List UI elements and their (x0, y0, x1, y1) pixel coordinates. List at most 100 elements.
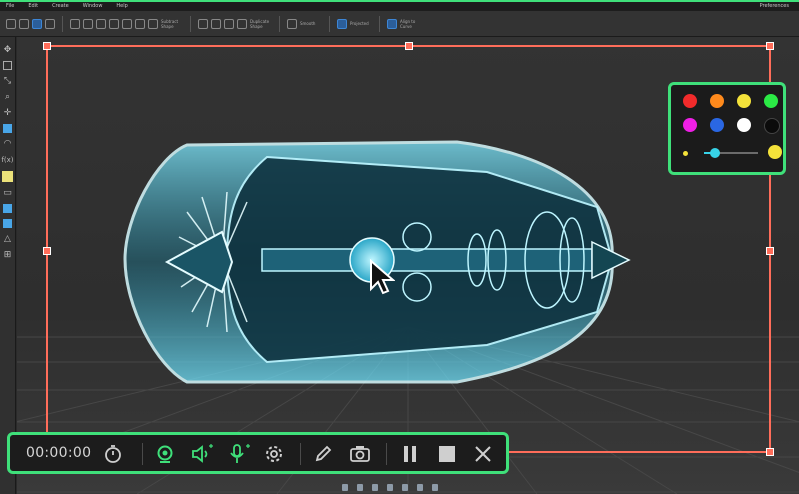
ruler-icon[interactable]: ▭ (3, 188, 13, 198)
brush-size-slider[interactable] (704, 148, 758, 158)
resize-handle-top-right[interactable] (766, 42, 774, 50)
menu-window[interactable]: Window (83, 2, 103, 11)
curve-icon[interactable] (211, 18, 221, 29)
menu-create[interactable]: Create (52, 2, 69, 11)
webcam-button[interactable] (153, 442, 177, 466)
control-divider (300, 443, 301, 465)
pause-icon (404, 446, 416, 462)
color-swatch-black[interactable] (764, 118, 780, 134)
view-icon[interactable] (3, 61, 12, 70)
shell-icon[interactable] (148, 18, 158, 29)
zoom-icon[interactable]: ⌕ (3, 92, 13, 102)
menu-file[interactable]: File (6, 2, 14, 11)
pause-button[interactable] (398, 442, 422, 466)
control-divider (142, 443, 143, 465)
smooth-label[interactable]: Smooth (300, 21, 322, 26)
toolbar-divider (379, 15, 380, 32)
microphone-button[interactable] (227, 442, 251, 466)
dock-app-icon[interactable] (417, 484, 423, 491)
color-swatch-orange[interactable] (710, 94, 724, 108)
stop-button[interactable] (435, 442, 459, 466)
revolve-icon[interactable] (96, 18, 106, 29)
color-swatch-blue[interactable] (710, 118, 724, 132)
stopwatch-icon (105, 445, 121, 463)
dock-app-icon[interactable] (432, 484, 438, 491)
recording-control-bar: 00:00:00 (7, 432, 509, 474)
offset-icon[interactable] (237, 18, 247, 29)
menu-preferences[interactable]: Preferences (760, 2, 789, 11)
speaker-icon (192, 444, 213, 463)
toolbar: Subtract Shape Duplicate Shape Smooth Pr… (0, 11, 799, 37)
print-icon[interactable] (45, 18, 55, 29)
fillet-icon[interactable] (135, 18, 145, 29)
brush-size-slider-knob[interactable] (709, 148, 720, 158)
color-swatch-white[interactable] (737, 118, 751, 132)
shape-icon[interactable] (3, 124, 12, 133)
color-swatch-red[interactable] (683, 94, 697, 108)
dock-app-icon[interactable] (342, 484, 348, 491)
resize-handle-top[interactable] (405, 42, 413, 50)
webcam-icon (157, 445, 173, 463)
menu-help[interactable]: Help (116, 2, 127, 11)
dock-app-icon[interactable] (387, 484, 393, 491)
loft-icon[interactable] (122, 18, 132, 29)
arc-icon[interactable]: ◠ (3, 139, 13, 149)
resize-handle-bottom-right[interactable] (766, 448, 774, 456)
extrude-icon[interactable] (83, 18, 93, 29)
save-icon[interactable] (32, 18, 42, 29)
box-icon[interactable] (70, 18, 80, 29)
dock-app-icon[interactable] (402, 484, 408, 491)
toolbar-divider (329, 15, 330, 32)
spline-icon[interactable] (224, 18, 234, 29)
color-swatch-green[interactable] (764, 94, 778, 108)
smooth-icon[interactable] (287, 18, 297, 29)
function-icon[interactable]: f(x) (1, 155, 13, 165)
align-to-curve-label[interactable]: Align to Curve (400, 19, 422, 29)
triangle-icon[interactable]: △ (3, 234, 13, 244)
dock-app-icon[interactable] (372, 484, 378, 491)
color-swatch-yellow[interactable] (737, 94, 751, 108)
microphone-icon (230, 444, 250, 463)
resize-handle-left[interactable] (43, 247, 51, 255)
open-icon[interactable] (19, 18, 29, 29)
align-icon[interactable] (387, 18, 397, 29)
brush-size-max-icon (768, 145, 782, 159)
new-file-icon[interactable] (6, 18, 16, 29)
subtract-shape-label[interactable]: Subtract Shape (161, 19, 183, 29)
duplicate-shape-label[interactable]: Duplicate Shape (250, 19, 272, 29)
sweep-icon[interactable] (109, 18, 119, 29)
menu-edit[interactable]: Edit (28, 2, 38, 11)
close-button[interactable] (471, 442, 495, 466)
recording-region-frame[interactable] (43, 42, 774, 456)
recording-timer: 00:00:00 (26, 445, 92, 461)
gear-icon (266, 446, 282, 462)
timer-button[interactable] (101, 442, 125, 466)
move-icon[interactable]: ✥ (3, 45, 13, 55)
camera-icon (350, 446, 370, 462)
draw-button[interactable] (311, 442, 335, 466)
layer-icon[interactable] (3, 204, 12, 213)
color-swatch-magenta[interactable] (683, 118, 697, 132)
screenshot-button[interactable] (348, 442, 372, 466)
settings-button[interactable] (262, 442, 286, 466)
toolbar-divider (62, 15, 63, 32)
sketch-icon[interactable] (198, 18, 208, 29)
project-icon[interactable] (337, 18, 347, 29)
dock-app-icon[interactable] (357, 484, 363, 491)
draw-color-palette (668, 82, 786, 175)
system-audio-button[interactable] (190, 442, 214, 466)
projected-label[interactable]: Projected (350, 21, 372, 26)
select-icon[interactable]: ⤡ (3, 76, 13, 86)
pencil-icon (315, 445, 332, 462)
note-icon[interactable] (2, 171, 13, 182)
resize-handle-top-left[interactable] (43, 42, 51, 50)
stop-icon (439, 446, 455, 462)
pan-icon[interactable]: ✛ (3, 108, 13, 118)
stack-icon[interactable] (3, 219, 12, 228)
resize-handle-right[interactable] (766, 247, 774, 255)
menu-bar: File Edit Create Window Help Preferences (0, 2, 799, 11)
grid-icon[interactable]: ⊞ (3, 250, 13, 260)
control-divider (386, 443, 387, 465)
toolbar-divider (279, 15, 280, 32)
toolbar-divider (190, 15, 191, 32)
